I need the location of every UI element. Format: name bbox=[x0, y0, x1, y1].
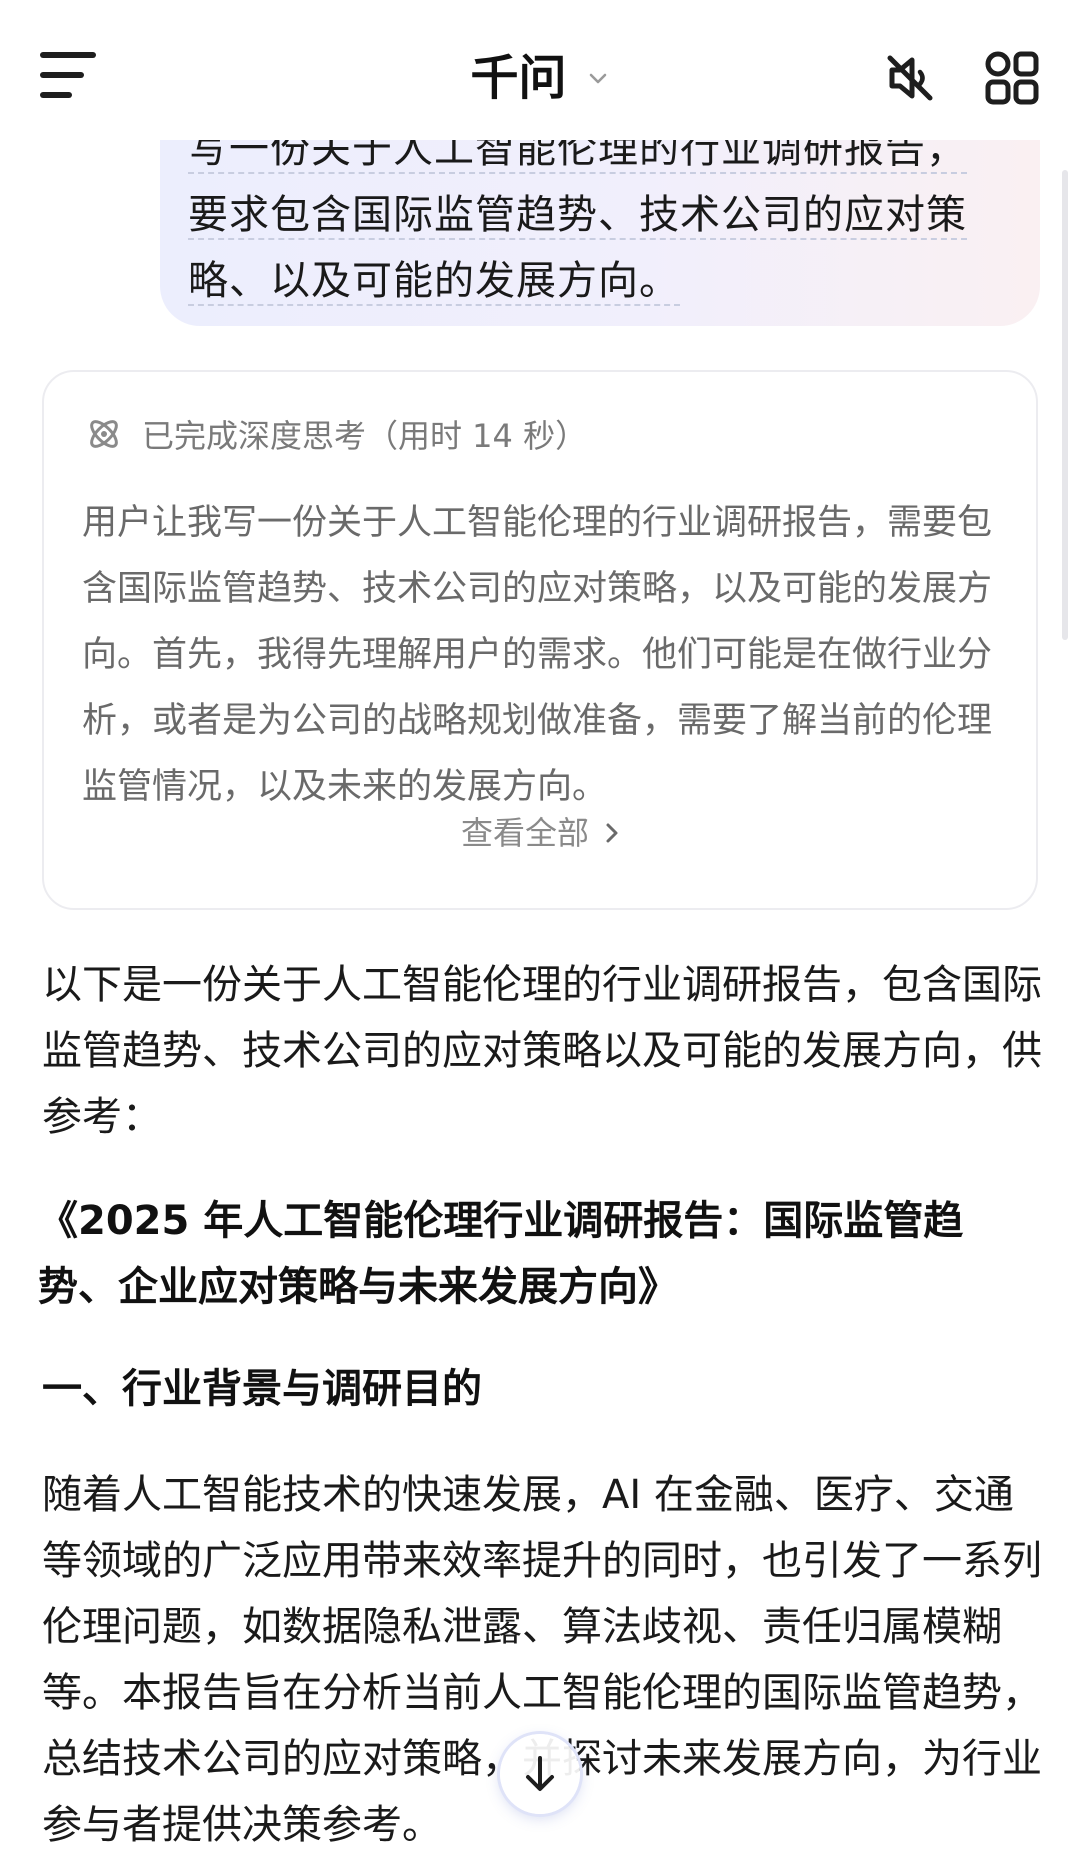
user-message-line: 要求包含国际监管趋势、技术公司的应对策 bbox=[188, 192, 967, 240]
thinking-content: 用户让我写一份关于人工智能伦理的行业调研报告，需要包含国际监管趋势、技术公司的应… bbox=[82, 503, 993, 807]
view-all-button[interactable]: 查看全部 bbox=[44, 808, 1040, 854]
view-all-label: 查看全部 bbox=[460, 814, 589, 852]
user-message-line: 略、以及可能的发展方向。 bbox=[188, 258, 680, 306]
app-title[interactable]: 千问 bbox=[470, 48, 566, 108]
scrollbar[interactable] bbox=[1062, 170, 1068, 640]
deep-thinking-card: 已完成深度思考（用时 14 秒） 用户让我写一份关于人工智能伦理的行业调研报告，… bbox=[42, 370, 1038, 910]
top-bar: 千问 bbox=[0, 0, 1080, 140]
chevron-right-icon bbox=[606, 823, 618, 843]
chevron-down-icon[interactable] bbox=[586, 66, 610, 90]
answer-intro: 以下是一份关于人工智能伦理的行业调研报告，包含国际监管趋势、技术公司的应对策略以… bbox=[42, 962, 1042, 1140]
thinking-status: 已完成深度思考（用时 14 秒） bbox=[142, 417, 588, 455]
mute-icon[interactable] bbox=[882, 50, 938, 106]
report-title: 《2025 年人工智能伦理行业调研报告：国际监管趋势、企业应对策略与未来发展方向… bbox=[38, 1198, 964, 1310]
scroll-to-bottom-button[interactable] bbox=[500, 1734, 580, 1814]
atom-icon bbox=[90, 420, 118, 448]
arrow-down-icon bbox=[526, 1756, 554, 1791]
user-message-text: 写一份关于人工智能伦理的行业调研报告， 要求包含国际监管趋势、技术公司的应对策 … bbox=[188, 116, 1008, 314]
thinking-header[interactable]: 已完成深度思考（用时 14 秒） bbox=[84, 410, 587, 458]
grid-icon[interactable] bbox=[984, 50, 1040, 106]
section-heading: 一、行业背景与调研目的 bbox=[42, 1366, 482, 1412]
